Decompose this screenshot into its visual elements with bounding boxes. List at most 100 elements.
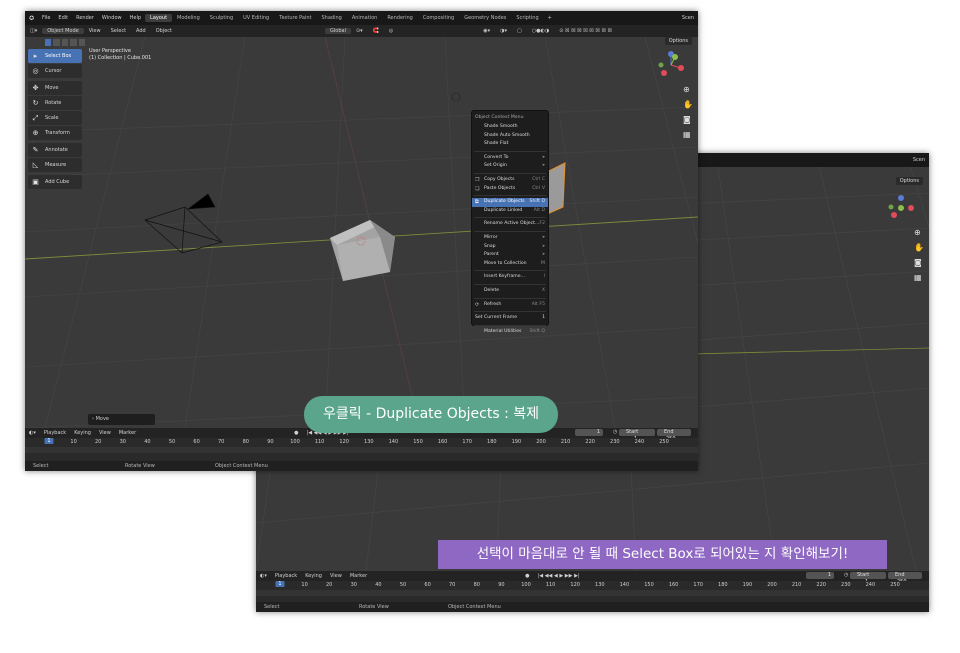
- menu-item-parent[interactable]: Parent ▸: [472, 251, 548, 260]
- menu-item-mirror[interactable]: Mirror ▸: [472, 234, 548, 243]
- tab-shading[interactable]: Shading: [317, 14, 347, 22]
- menu-render[interactable]: Render: [72, 15, 98, 21]
- xray-icon[interactable]: ▢: [512, 28, 527, 34]
- timeline-track[interactable]: [256, 590, 929, 596]
- menu-select[interactable]: Select: [106, 28, 131, 34]
- timeline-ruler[interactable]: 1 10 20 30 40 50 60 70 80 90 100 110 120 130 140 150 160…: [25, 438, 698, 447]
- visibility-icons[interactable]: ⊙ ☒ ☒ ☒ ☒ ☒ ☒ ☒ ☒: [554, 28, 617, 34]
- menu-item-set-origin[interactable]: Set Origin ▸: [472, 162, 548, 171]
- tab-rendering[interactable]: Rendering: [382, 14, 418, 22]
- grid-view-icon[interactable]: ▦: [914, 273, 924, 282]
- tab-layout[interactable]: Layout: [145, 14, 173, 22]
- navigation-gizmo-icon[interactable]: [655, 49, 687, 81]
- menu-item-refresh[interactable]: ⟳ Refresh Alt F5: [472, 301, 548, 310]
- record-icon[interactable]: ●: [290, 430, 302, 436]
- menu-add[interactable]: Add: [131, 28, 151, 34]
- zoom-icon[interactable]: ⊕: [914, 228, 924, 237]
- tool-scale[interactable]: ⤢ Scale: [28, 111, 82, 125]
- grid-view-icon[interactable]: ▦: [683, 130, 693, 139]
- tab-sculpting[interactable]: Sculpting: [205, 14, 238, 22]
- menu-item-duplicate-objects[interactable]: ⧉ Duplicate Objects Shift D: [472, 198, 548, 207]
- menu-item-copy-objects[interactable]: ❐ Copy Objects Ctrl C: [472, 176, 548, 185]
- menu-file[interactable]: File: [38, 15, 54, 21]
- menu-item-shade-smooth[interactable]: Shade Smooth: [472, 123, 548, 132]
- menu-item-paste-objects[interactable]: ❏ Paste Objects Ctrl V: [472, 185, 548, 194]
- timeline-menu-view[interactable]: View: [95, 430, 115, 436]
- add-workspace-button[interactable]: +: [544, 15, 556, 21]
- menu-item-rename-active-object[interactable]: Rename Active Object... F2: [472, 220, 548, 229]
- timeline-menu-keying[interactable]: Keying: [301, 573, 326, 579]
- select-intersect-icon[interactable]: [78, 38, 86, 46]
- camera-icon[interactable]: ◙: [683, 115, 693, 124]
- menu-item-duplicate-linked[interactable]: Duplicate Linked Alt D: [472, 207, 548, 216]
- menu-item-shade-flat[interactable]: Shade Flat: [472, 140, 548, 149]
- menu-item-snap[interactable]: Snap ▸: [472, 243, 548, 252]
- proportional-icon[interactable]: ◎: [384, 28, 398, 34]
- start-frame-field[interactable]: Start 1: [619, 429, 655, 442]
- shading-modes[interactable]: ○●◐◑: [527, 28, 554, 34]
- end-frame-field[interactable]: End 250: [888, 572, 922, 585]
- menu-item-shade-auto-smooth[interactable]: Shade Auto Smooth: [472, 132, 548, 141]
- tab-modeling[interactable]: Modeling: [172, 14, 205, 22]
- menu-window[interactable]: Window: [98, 15, 126, 21]
- tab-uv-editing[interactable]: UV Editing: [238, 14, 274, 22]
- end-frame-field[interactable]: End 250: [657, 429, 691, 442]
- timeline-menu-marker[interactable]: Marker: [346, 573, 371, 579]
- timeline-track[interactable]: [25, 447, 698, 453]
- select-invert-icon[interactable]: [70, 38, 77, 46]
- select-extend-icon[interactable]: [53, 38, 60, 46]
- pivot-icon[interactable]: ⊙▾: [351, 28, 368, 34]
- menu-item-material-utilities[interactable]: Material Utilities Shift Q: [472, 328, 548, 337]
- tool-rotate[interactable]: ↻ Rotate: [28, 96, 82, 110]
- record-icon[interactable]: ●: [521, 573, 533, 579]
- tool-select-box[interactable]: ▸ Select Box: [28, 49, 82, 63]
- mode-select[interactable]: Object Mode: [42, 28, 84, 34]
- menu-view[interactable]: View: [84, 28, 106, 34]
- editor-type-icon[interactable]: ◫▾: [25, 28, 42, 34]
- tool-move[interactable]: ✥ Move: [28, 81, 82, 95]
- tool-cursor[interactable]: ◎ Cursor: [28, 64, 82, 78]
- menu-help[interactable]: Help: [126, 15, 145, 21]
- redo-last-panel[interactable]: › Move: [88, 414, 155, 425]
- tool-measure[interactable]: ◺ Measure: [28, 158, 82, 172]
- select-subtract-icon[interactable]: [61, 38, 69, 46]
- timeline-menu-view[interactable]: View: [326, 573, 346, 579]
- menu-edit[interactable]: Edit: [54, 15, 72, 21]
- blender-logo-icon[interactable]: ✪: [25, 15, 38, 22]
- timeline-menu-playback[interactable]: Playback: [40, 430, 70, 436]
- menu-item-set-current-frame[interactable]: Set Current Frame 1: [472, 314, 548, 323]
- timeline-menu-marker[interactable]: Marker: [115, 430, 140, 436]
- tab-scripting[interactable]: Scripting: [511, 14, 543, 22]
- timeline-editor-icon[interactable]: ◐▾: [25, 430, 40, 436]
- tool-annotate[interactable]: ✎ Annotate: [28, 143, 82, 157]
- menu-item-convert-to[interactable]: Convert To ▸: [472, 154, 548, 163]
- menu-object[interactable]: Object: [151, 28, 177, 34]
- tool-add-cube[interactable]: ▣ Add Cube: [28, 175, 82, 189]
- start-frame-field[interactable]: Start 1: [850, 572, 886, 585]
- pan-hand-icon[interactable]: ✋: [683, 100, 693, 109]
- pan-hand-icon[interactable]: ✋: [914, 243, 924, 252]
- current-frame-field[interactable]: 1: [806, 572, 834, 579]
- viewport-3d[interactable]: [25, 37, 698, 428]
- select-new-icon[interactable]: [45, 38, 52, 46]
- orientation-select[interactable]: Global: [325, 28, 351, 34]
- navigation-gizmo-icon[interactable]: [886, 193, 916, 223]
- timeline-ruler[interactable]: 1 10 20 30 40 50 60 70 80 90 100 110 120 130 140 150 160…: [256, 581, 929, 590]
- tab-texture-paint[interactable]: Texture Paint: [274, 14, 316, 22]
- timeline-editor-icon[interactable]: ◐▾: [256, 573, 271, 579]
- snap-icon[interactable]: 🧲: [368, 28, 384, 34]
- select-mode-buttons[interactable]: [25, 37, 86, 47]
- playback-controls[interactable]: |◀ ◀◀ ◀ ▶ ▶▶ ▶|: [534, 573, 584, 579]
- options-button[interactable]: Options: [895, 177, 923, 185]
- camera-icon[interactable]: ◙: [914, 258, 924, 267]
- gizmo-toggle-icon[interactable]: ◉▾: [478, 28, 495, 34]
- timeline-menu-keying[interactable]: Keying: [70, 430, 95, 436]
- menu-item-insert-keyframe[interactable]: Insert Keyframe... I: [472, 273, 548, 282]
- overlay-toggle-icon[interactable]: ◑▾: [495, 28, 512, 34]
- timeline-menu-playback[interactable]: Playback: [271, 573, 301, 579]
- current-frame-field[interactable]: 1: [575, 429, 603, 436]
- scene-label[interactable]: Scen: [678, 15, 698, 21]
- tab-animation[interactable]: Animation: [347, 14, 383, 22]
- menu-item-move-to-collection[interactable]: Move to Collection M: [472, 260, 548, 269]
- zoom-icon[interactable]: ⊕: [683, 85, 693, 94]
